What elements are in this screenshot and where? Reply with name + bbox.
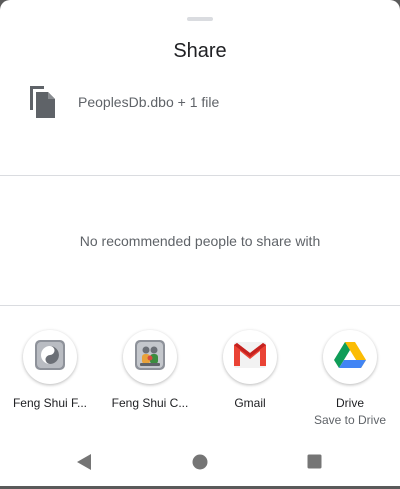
- feng-shui-family-icon: [135, 339, 165, 375]
- share-title: Share: [173, 40, 227, 62]
- app-target-feng-shui-f[interactable]: Feng Shui F...: [0, 330, 100, 410]
- google-drive-icon: [334, 341, 366, 374]
- home-button[interactable]: [188, 452, 212, 476]
- feng-shui-yin-yang-icon: [35, 339, 65, 375]
- app-label: Feng Shui C...: [111, 396, 189, 410]
- no-recommended-people-text: No recommended people to share with: [79, 233, 321, 249]
- recents-button[interactable]: [302, 452, 326, 476]
- divider: [0, 175, 400, 176]
- back-button[interactable]: [72, 452, 96, 476]
- app-sublabel: Save to Drive: [313, 413, 387, 427]
- app-label: Drive: [335, 396, 364, 410]
- back-triangle-icon: [76, 453, 92, 476]
- app-icon-container: [23, 330, 77, 384]
- app-target-drive[interactable]: Drive Save to Drive: [300, 330, 400, 427]
- app-icon-container: [323, 330, 377, 384]
- copy-files-icon: [28, 84, 58, 120]
- app-icon-container: [223, 330, 277, 384]
- app-label: Feng Shui F...: [12, 396, 88, 410]
- recents-square-icon: [307, 454, 322, 474]
- shared-file-row: PeoplesDb.dbo + 1 file: [0, 84, 400, 124]
- app-target-gmail[interactable]: Gmail: [200, 330, 300, 410]
- app-targets: Feng Shui F... Feng Shui C... Gmail Driv…: [0, 330, 400, 430]
- app-target-feng-shui-c[interactable]: Feng Shui C...: [100, 330, 200, 410]
- system-navigation-bar: [0, 444, 400, 482]
- shared-file-label: PeoplesDb.dbo + 1 file: [78, 94, 220, 110]
- share-sheet: Share PeoplesDb.dbo + 1 file No recommen…: [0, 0, 400, 489]
- gmail-icon: [234, 341, 266, 373]
- app-label: Gmail: [234, 396, 266, 410]
- app-icon-container: [123, 330, 177, 384]
- home-circle-icon: [192, 454, 208, 475]
- divider: [0, 305, 400, 306]
- drag-handle[interactable]: [187, 17, 213, 21]
